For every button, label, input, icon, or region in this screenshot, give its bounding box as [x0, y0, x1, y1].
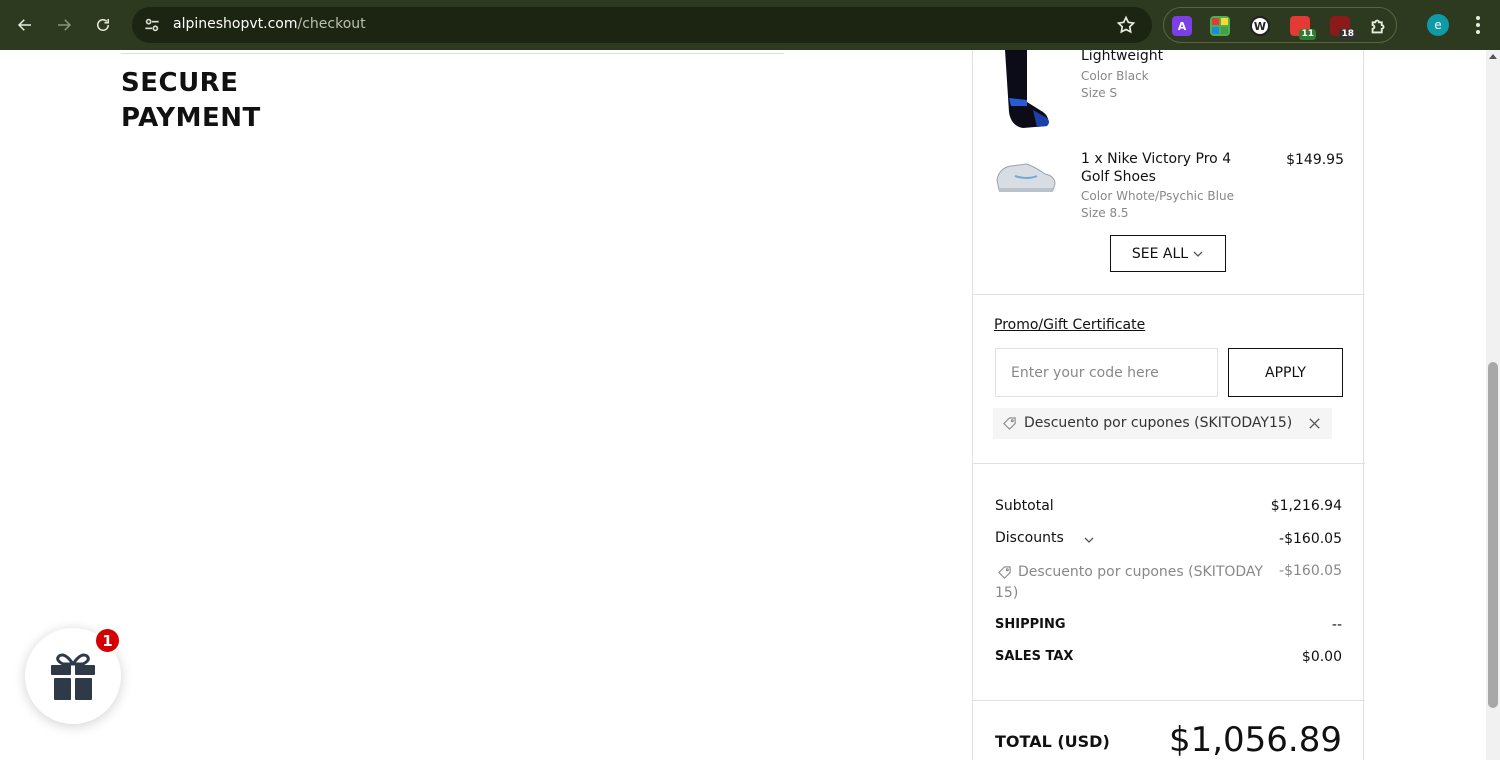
- cart-item-title: 1 x Nike Victory Pro 4 Golf Shoes: [1081, 151, 1232, 185]
- applied-coupon-label: Descuento por cupones (SKITODAY15): [1024, 415, 1293, 431]
- section-divider: [973, 463, 1365, 464]
- apply-button[interactable]: APPLY: [1228, 348, 1343, 397]
- bookmark-star-icon[interactable]: [1116, 15, 1136, 35]
- grid-icon: [1212, 18, 1228, 34]
- reload-button[interactable]: [88, 10, 118, 40]
- extension-w-icon[interactable]: W: [1250, 16, 1270, 36]
- extension-dark-red-icon[interactable]: 18: [1330, 16, 1356, 40]
- arrow-right-icon: [58, 19, 72, 31]
- shipping-label: SHIPPING: [995, 617, 1066, 632]
- discounts-value: -$160.05: [1279, 531, 1342, 547]
- extensions-bar: A W 11 18: [1163, 7, 1397, 43]
- url-host: alpineshopvt.com: [173, 16, 298, 32]
- site-settings-icon[interactable]: [142, 15, 162, 35]
- total-value: $1,056.89: [1168, 720, 1342, 760]
- close-icon[interactable]: [1307, 416, 1322, 431]
- section-divider: [973, 294, 1365, 295]
- cart-item-title: Lightweight: [1081, 50, 1164, 64]
- chevron-down-icon[interactable]: [1083, 534, 1095, 546]
- chevron-down-icon: [1193, 251, 1203, 257]
- golf-shoe-image: [996, 163, 1056, 192]
- checkout-page: SECURE PAYMENT Lightweight Color Black S…: [0, 50, 1486, 760]
- extension-badge: 18: [1339, 29, 1356, 40]
- total-label: TOTAL (USD): [995, 732, 1110, 751]
- sales-tax-label: SALES TAX: [995, 649, 1074, 664]
- url-text: alpineshopvt.com/checkout: [173, 16, 366, 32]
- extension-red-icon[interactable]: 11: [1290, 16, 1316, 40]
- notification-badge: 1: [94, 627, 121, 654]
- extension-a-icon[interactable]: A: [1172, 16, 1192, 36]
- cart-item-size: Size S: [1081, 86, 1118, 100]
- extension-grid-icon[interactable]: [1210, 16, 1230, 36]
- see-all-button[interactable]: SEE ALL: [1110, 235, 1226, 272]
- applied-coupon-chip: Descuento por cupones (SKITODAY15): [993, 408, 1332, 439]
- order-summary: Lightweight Color Black Size S 1 x Nike …: [972, 50, 1365, 760]
- page-scrollbar[interactable]: [1486, 50, 1500, 760]
- extension-badge: 11: [1299, 29, 1316, 40]
- scrollbar-thumb[interactable]: [1488, 362, 1498, 708]
- arrow-left-icon: [17, 19, 31, 31]
- see-all-label: SEE ALL: [1131, 245, 1189, 262]
- socks-image: [1005, 50, 1049, 128]
- cart-item-color: Color Whote/Psychic Blue: [1081, 189, 1234, 203]
- section-divider: [973, 700, 1365, 701]
- cart-item-size: Size 8.5: [1081, 206, 1129, 220]
- scroll-up-arrow[interactable]: [1489, 54, 1497, 59]
- discounts-toggle[interactable]: Discounts: [995, 530, 1064, 546]
- sales-tax-value: $0.00: [1301, 649, 1342, 665]
- section-divider: [121, 53, 784, 54]
- shipping-value: --: [1331, 617, 1342, 633]
- gift-icon: [51, 653, 95, 700]
- discount-line-value: -$160.05: [1279, 563, 1342, 579]
- address-bar[interactable]: alpineshopvt.com/checkout: [132, 7, 1152, 43]
- profile-avatar[interactable]: e: [1427, 14, 1449, 36]
- subtotal-value: $1,216.94: [1270, 498, 1342, 514]
- forward-button[interactable]: [49, 10, 79, 40]
- puzzle-piece-icon[interactable]: [1368, 15, 1390, 37]
- cart-item-color: Color Black: [1081, 69, 1149, 83]
- more-vertical-icon[interactable]: [1466, 12, 1490, 38]
- discount-line-label: Descuento por cupones (SKITODAY 15): [995, 564, 1263, 601]
- reload-icon: [97, 19, 109, 31]
- promo-code-input[interactable]: [995, 348, 1218, 397]
- url-path: /checkout: [297, 16, 366, 32]
- tag-icon: [1003, 417, 1016, 430]
- browser-toolbar: alpineshopvt.com/checkout A W 11 18 e: [0, 0, 1500, 50]
- cart-item-price: $149.95: [1286, 152, 1344, 168]
- promo-gift-certificate-link[interactable]: Promo/Gift Certificate: [994, 317, 1145, 333]
- subtotal-label: Subtotal: [995, 498, 1054, 514]
- back-button[interactable]: [10, 10, 40, 40]
- page-title: SECURE PAYMENT: [121, 68, 261, 133]
